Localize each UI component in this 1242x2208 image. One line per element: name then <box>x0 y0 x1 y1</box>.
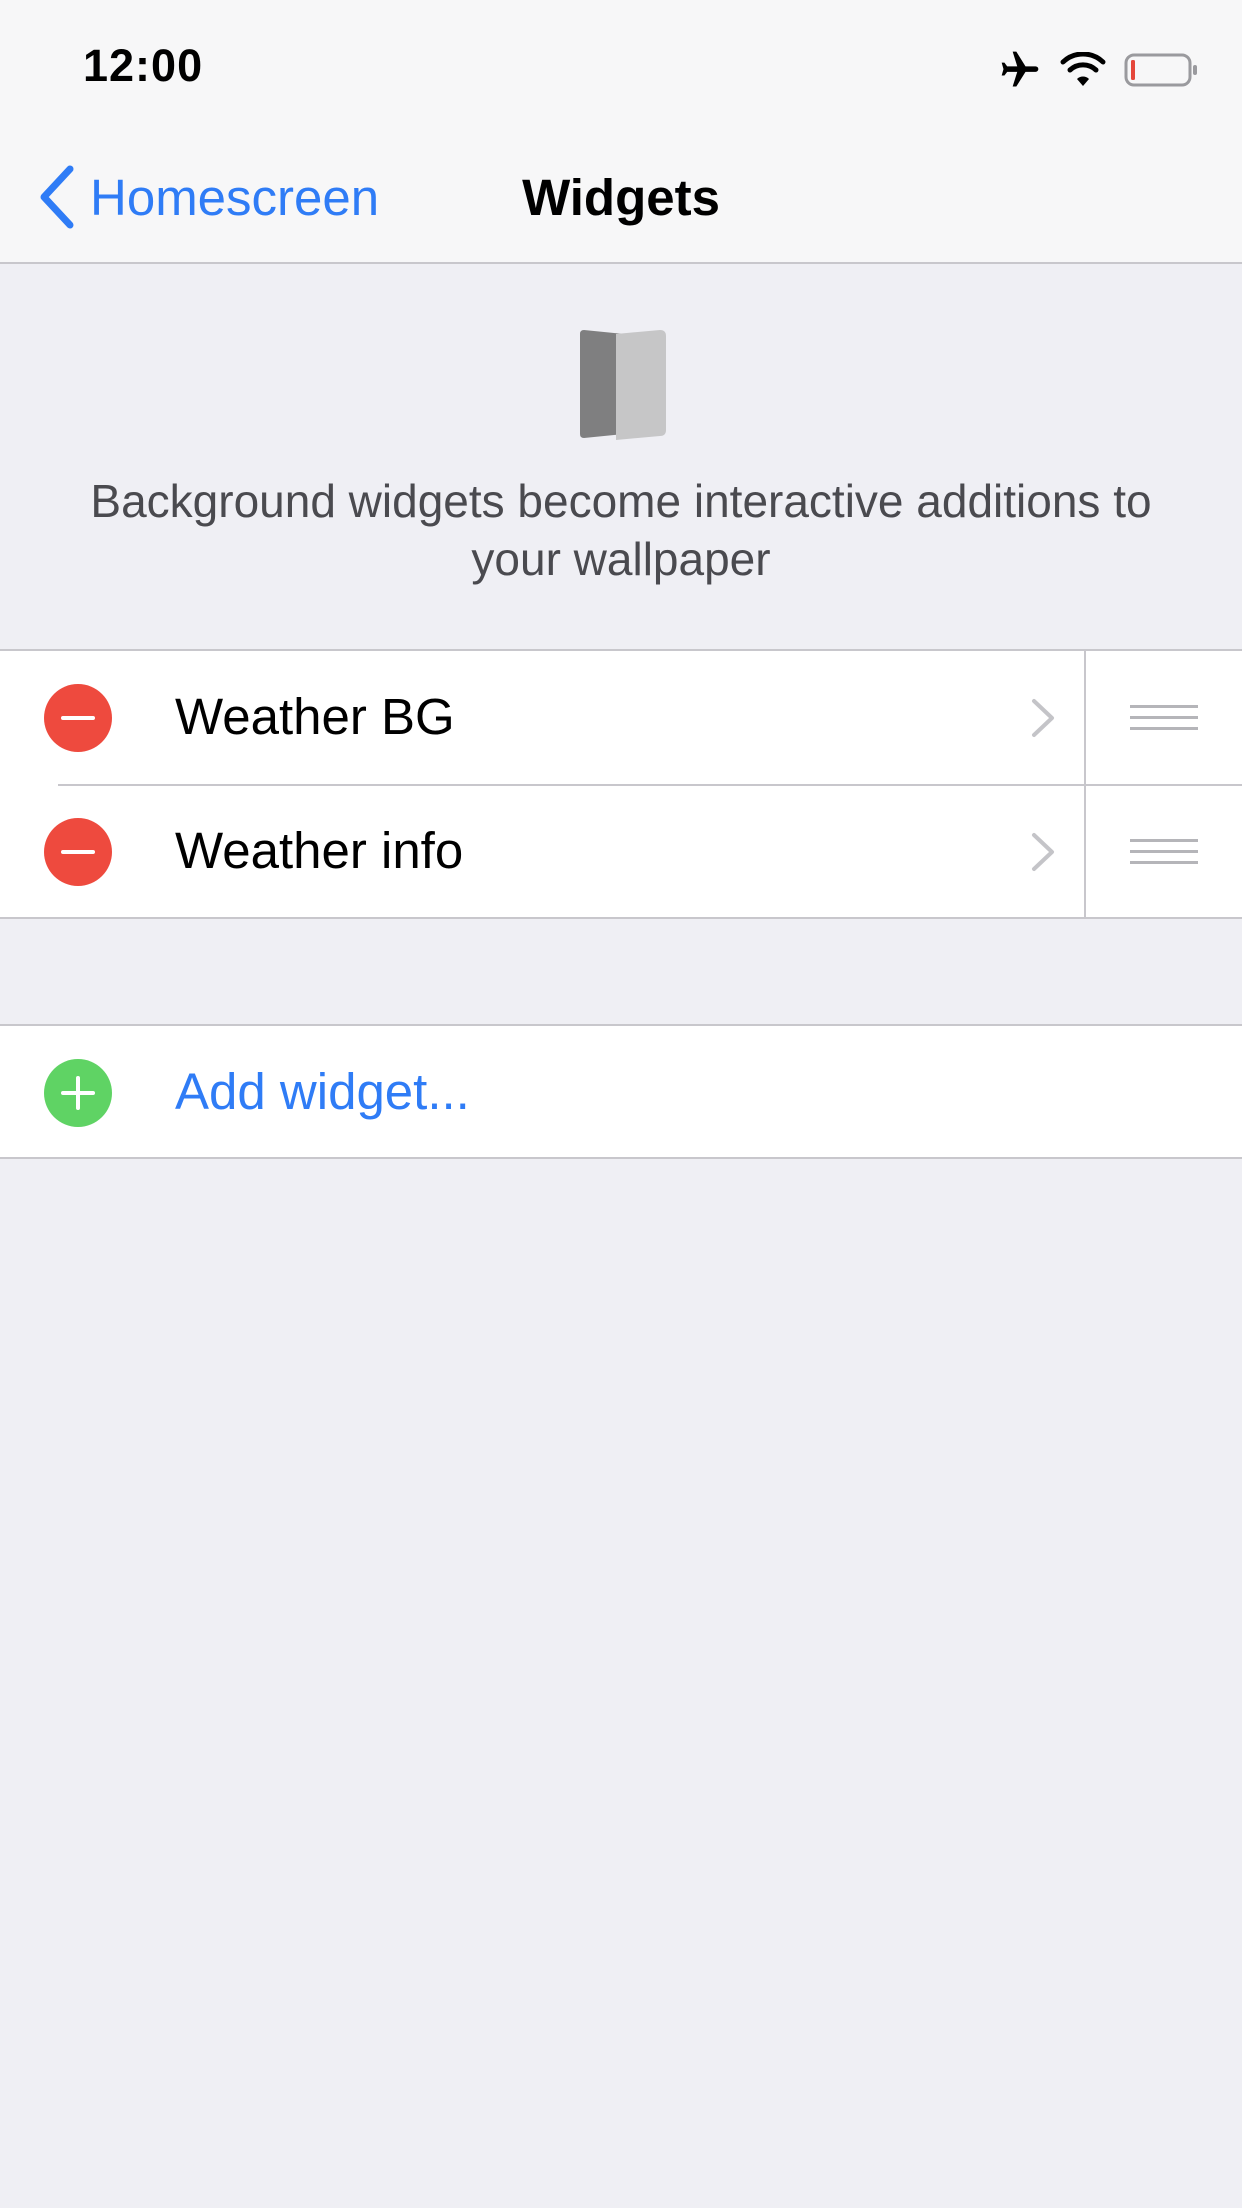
airplane-icon <box>1001 51 1039 87</box>
widgets-header: Background widgets become interactive ad… <box>0 264 1242 650</box>
add-widget-row[interactable]: Add widget... <box>0 1026 1242 1160</box>
status-icons <box>998 44 1198 96</box>
header-description: Background widgets become interactive ad… <box>90 475 1152 585</box>
wifi-icon <box>1060 52 1106 86</box>
widget-list: Weather BG Weather info <box>0 649 1242 919</box>
delete-button[interactable] <box>44 818 112 886</box>
reorder-handle-icon[interactable] <box>1130 705 1198 733</box>
page-title: Widgets <box>522 169 720 226</box>
add-widget-button[interactable]: Add widget... <box>175 1062 470 1121</box>
reorder-divider <box>1084 785 1086 919</box>
widget-cards-icon <box>580 330 666 440</box>
status-time: 12:00 <box>83 40 204 91</box>
list-item[interactable]: Weather BG <box>0 651 1242 786</box>
widget-label: Weather info <box>175 822 464 879</box>
battery-icon <box>1124 53 1197 87</box>
reorder-divider <box>1084 651 1086 785</box>
add-icon[interactable] <box>44 1059 112 1127</box>
add-widget-list: Add widget... <box>0 1024 1242 1159</box>
delete-button[interactable] <box>44 684 112 752</box>
navigation-bar: Homescreen Widgets <box>0 132 1242 264</box>
status-bar: 12:00 <box>0 0 1242 132</box>
list-item[interactable]: Weather info <box>0 785 1242 919</box>
reorder-handle-icon[interactable] <box>1130 839 1198 867</box>
chevron-right-icon <box>1032 833 1054 871</box>
chevron-right-icon <box>1032 699 1054 737</box>
widget-label: Weather BG <box>175 688 455 745</box>
